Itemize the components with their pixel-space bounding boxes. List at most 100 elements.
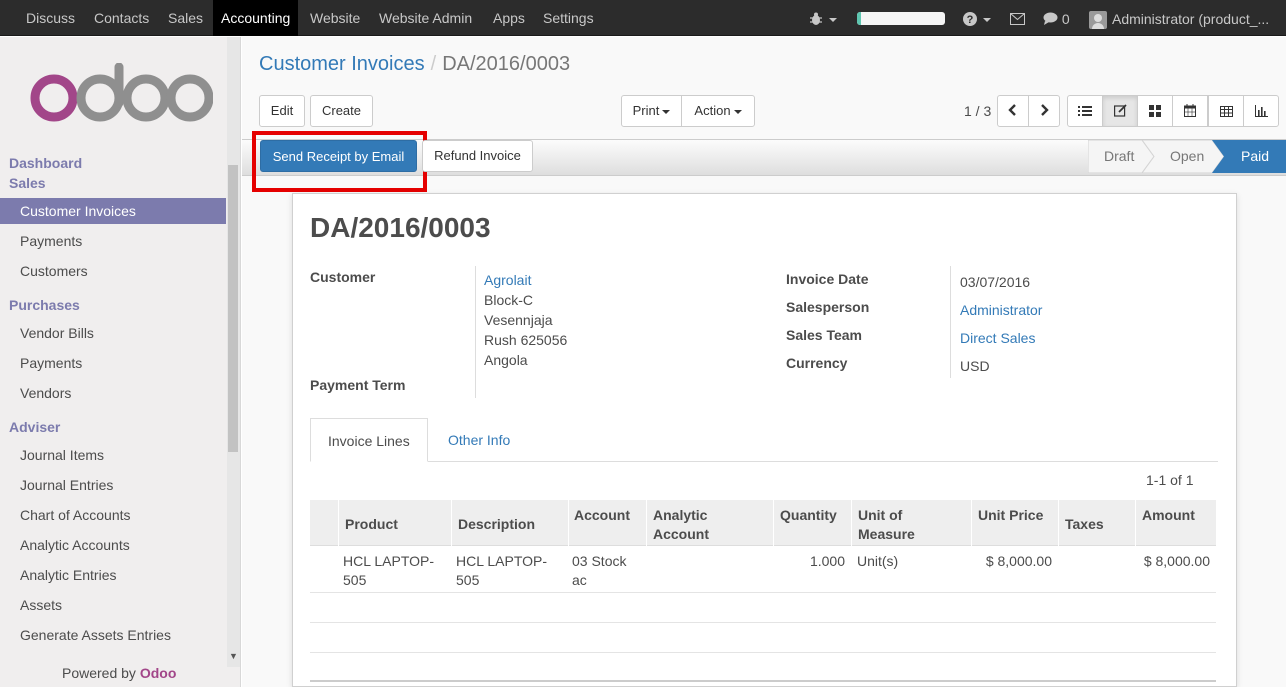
sidebar-item-vendors[interactable]: Vendors	[0, 380, 226, 406]
debug-menu[interactable]	[809, 0, 837, 36]
stage-open[interactable]: Open	[1154, 140, 1204, 173]
column-header-analytic-account[interactable]: Analytic Account	[653, 506, 709, 544]
help-menu[interactable]: ?	[963, 0, 991, 36]
sales-team-link[interactable]: Direct Sales	[960, 330, 1035, 346]
menu-website-admin[interactable]: Website Admin	[371, 0, 480, 36]
progress-bar[interactable]	[857, 12, 945, 25]
table-header: Product Description Account Analytic Acc…	[310, 500, 1216, 546]
sidebar-item-generate-assets-entries[interactable]: Generate Assets Entries	[0, 622, 226, 648]
create-button[interactable]: Create	[310, 95, 373, 127]
header-line: Measure	[858, 526, 915, 542]
progress-fill	[857, 12, 862, 25]
list-view-button[interactable]	[1067, 95, 1103, 127]
calendar-icon	[1184, 104, 1196, 117]
refund-invoice-button[interactable]: Refund Invoice	[422, 140, 533, 172]
chevron-left-icon	[1008, 104, 1016, 116]
sidebar-item-vendor-bills[interactable]: Vendor Bills	[0, 320, 226, 346]
scroll-down-arrow-icon[interactable]: ▼	[229, 651, 238, 661]
cell-line: 03 Stock	[572, 553, 627, 569]
user-menu[interactable]: Administrator (product_...	[1112, 0, 1269, 36]
cell-quantity: 1.000	[809, 553, 845, 569]
messages-button[interactable]: 0	[1043, 0, 1070, 36]
column-header-unit-price[interactable]: Unit Price	[978, 506, 1043, 525]
pager-previous-button[interactable]	[997, 95, 1029, 127]
sidebar-item-customer-invoices[interactable]: Customer Invoices	[0, 198, 226, 224]
invoice-sheet: DA/2016/0003 Customer Agrolait Block-C V…	[292, 193, 1237, 687]
menu-website[interactable]: Website	[302, 0, 368, 36]
menu-accounting[interactable]: Accounting	[213, 0, 299, 36]
sidebar-section-purchases: Purchases	[9, 297, 80, 313]
column-header-description[interactable]: Description	[458, 515, 535, 534]
breadcrumb-separator: /	[430, 53, 437, 75]
chevron-down-icon	[828, 18, 837, 23]
column-separator	[773, 500, 774, 546]
cell-unit-price: $ 8,000.00	[985, 553, 1052, 569]
menu-apps[interactable]: Apps	[485, 0, 533, 36]
column-header-taxes[interactable]: Taxes	[1065, 515, 1104, 534]
stage-draft[interactable]: Draft	[1088, 140, 1134, 173]
column-header-account[interactable]: Account	[574, 506, 630, 525]
sidebar-item-analytic-entries[interactable]: Analytic Entries	[0, 562, 226, 588]
edit-button[interactable]: Edit	[259, 95, 305, 127]
field-divider	[950, 266, 951, 378]
menu-settings[interactable]: Settings	[535, 0, 602, 36]
payment-term-label: Payment Term	[310, 377, 406, 393]
row-divider	[310, 592, 1216, 593]
column-header-unit-of-measure[interactable]: Unit of Measure	[858, 506, 915, 544]
odoo-logo[interactable]	[28, 63, 213, 125]
graph-view-button[interactable]	[1243, 95, 1279, 127]
form-view-button[interactable]	[1102, 95, 1138, 127]
stage-paid[interactable]: Paid	[1225, 140, 1269, 173]
pager-next-button[interactable]	[1028, 95, 1060, 127]
powered-by: Powered by Odoo	[62, 665, 176, 681]
mail-button[interactable]	[1010, 0, 1025, 36]
kanban-view-icon	[1149, 105, 1161, 117]
chevron-down-icon	[982, 18, 991, 23]
customer-link[interactable]: Agrolait	[484, 272, 531, 288]
sidebar-item-journal-entries[interactable]: Journal Entries	[0, 472, 226, 498]
sidebar-item-analytic-accounts[interactable]: Analytic Accounts	[0, 532, 226, 558]
sidebar-section-sales: Sales	[9, 175, 46, 191]
pager-value[interactable]: 1 / 3	[964, 103, 991, 119]
question-icon: ?	[963, 12, 977, 26]
action-dropdown[interactable]: Action	[681, 95, 755, 127]
sidebar-item-journal-items[interactable]: Journal Items	[0, 442, 226, 468]
chevron-down-icon	[733, 109, 742, 114]
chevron-right-icon	[1041, 104, 1049, 116]
sidebar-section-dashboard[interactable]: Dashboard	[9, 155, 82, 171]
avatar[interactable]	[1089, 11, 1107, 29]
edit-form-icon	[1113, 104, 1127, 117]
sidebar-item-payments[interactable]: Payments	[0, 228, 226, 254]
column-header-quantity[interactable]: Quantity	[780, 506, 837, 525]
tab-other-info[interactable]: Other Info	[431, 418, 527, 462]
print-dropdown[interactable]: Print	[621, 95, 682, 127]
record-count: 1-1 of 1	[1146, 472, 1194, 488]
menu-sales[interactable]: Sales	[160, 0, 211, 36]
menu-discuss[interactable]: Discuss	[18, 0, 83, 36]
column-separator	[971, 500, 972, 546]
sales-team-label: Sales Team	[786, 327, 863, 343]
row-divider	[310, 652, 1216, 653]
sidebar-item-assets[interactable]: Assets	[0, 592, 226, 618]
action-label: Action	[694, 103, 731, 118]
table-row[interactable]: HCL LAPTOP- 505 HCL LAPTOP- 505 03 Stock…	[310, 546, 1216, 592]
tab-invoice-lines[interactable]: Invoice Lines	[310, 418, 428, 462]
sidebar-item-chart-of-accounts[interactable]: Chart of Accounts	[0, 502, 226, 528]
chevron-down-icon	[662, 109, 671, 114]
menu-contacts[interactable]: Contacts	[86, 0, 157, 36]
calendar-view-button[interactable]	[1172, 95, 1208, 127]
salesperson-link[interactable]: Administrator	[960, 302, 1042, 318]
currency-label: Currency	[786, 355, 848, 371]
sidebar-scrollbar-thumb[interactable]	[228, 165, 238, 452]
breadcrumb-current: DA/2016/0003	[442, 53, 571, 75]
kanban-view-button[interactable]	[1137, 95, 1173, 127]
column-header-product[interactable]: Product	[345, 515, 398, 534]
column-header-amount[interactable]: Amount	[1142, 506, 1195, 525]
customer-label: Customer	[310, 269, 376, 285]
sidebar-item-vendor-payments[interactable]: Payments	[0, 350, 226, 376]
sidebar-item-customers[interactable]: Customers	[0, 258, 226, 284]
pivot-view-button[interactable]	[1208, 95, 1244, 127]
breadcrumb-parent[interactable]: Customer Invoices	[259, 53, 425, 75]
cell-product: HCL LAPTOP- 505	[343, 552, 434, 590]
powered-by-brand[interactable]: Odoo	[140, 665, 177, 681]
